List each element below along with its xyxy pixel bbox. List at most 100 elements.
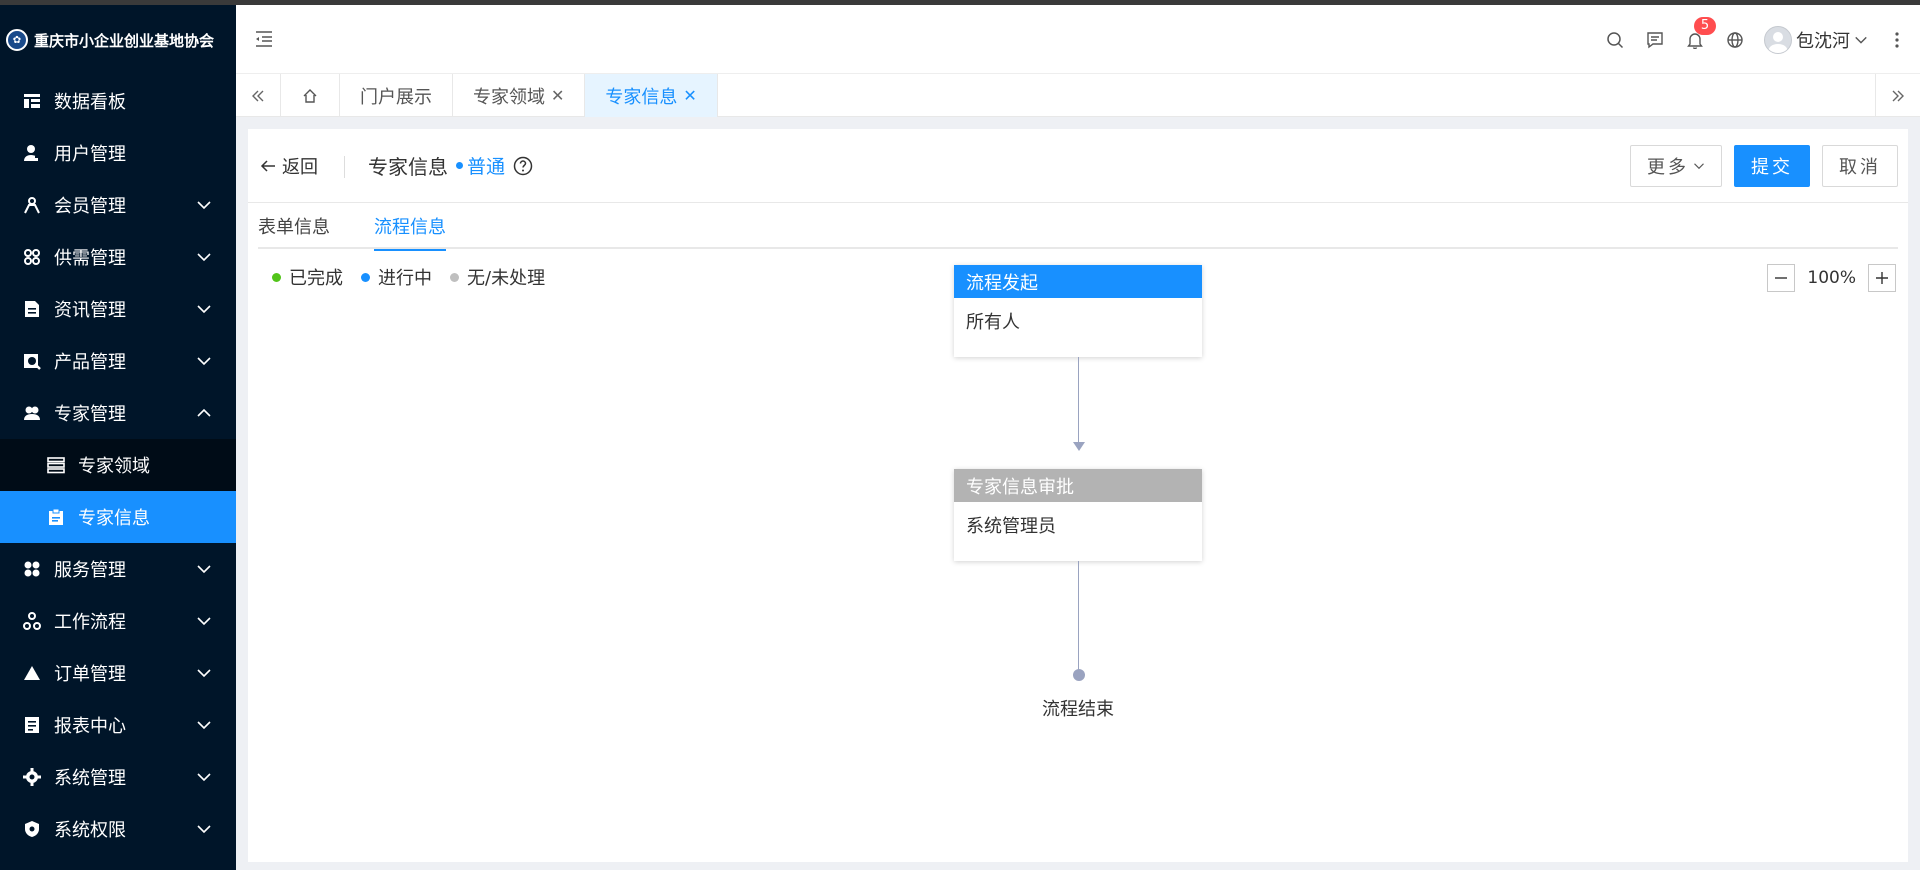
sidebar-item-label: 专家领域 bbox=[78, 456, 150, 477]
legend-dot bbox=[361, 272, 370, 282]
chevron-down-icon bbox=[197, 201, 211, 210]
home-icon bbox=[303, 88, 317, 103]
globe-icon[interactable] bbox=[1724, 29, 1746, 51]
back-button[interactable]: 返回 bbox=[260, 153, 318, 179]
report-icon bbox=[22, 715, 42, 735]
help-icon[interactable] bbox=[513, 156, 533, 176]
sidebar-item-services[interactable]: 服务管理 bbox=[0, 543, 236, 595]
flow-node-title: 流程发起 bbox=[954, 265, 1202, 298]
flow-node-title: 专家信息审批 bbox=[954, 469, 1202, 502]
chevron-down-icon bbox=[197, 617, 211, 626]
sidebar-item-label: 会员管理 bbox=[54, 196, 126, 217]
sidebar-item-members[interactable]: 会员管理 bbox=[0, 179, 236, 231]
sidebar-item-label: 专家管理 bbox=[54, 404, 126, 425]
sidebar-item-orders[interactable]: 订单管理 bbox=[0, 647, 236, 699]
chevron-down-icon bbox=[197, 825, 211, 834]
arrow-left-icon bbox=[260, 160, 275, 172]
cancel-label: 取消 bbox=[1839, 157, 1881, 178]
legend-dot bbox=[450, 272, 459, 282]
settings-icon bbox=[22, 767, 42, 787]
sidebar-item-expert-info[interactable]: 专家信息 bbox=[0, 491, 236, 543]
sidebar-item-reports[interactable]: 报表中心 bbox=[0, 699, 236, 751]
message-icon[interactable] bbox=[1644, 29, 1666, 51]
close-icon[interactable]: ✕ bbox=[683, 86, 696, 105]
chevron-up-icon bbox=[197, 408, 211, 417]
user-menu[interactable]: 包沈河 bbox=[1764, 25, 1868, 54]
sidebar-item-dashboard[interactable]: 数据看板 bbox=[0, 75, 236, 127]
dashboard-icon bbox=[22, 91, 42, 111]
app-title: 重庆市小企业创业基地协会 bbox=[34, 31, 215, 50]
status-legend: 已完成 进行中 无/未处理 bbox=[272, 264, 545, 290]
subtabs: 表单信息 流程信息 bbox=[258, 203, 1898, 251]
tab-label: 门户展示 bbox=[360, 86, 432, 108]
more-button[interactable]: 更多 bbox=[1630, 145, 1722, 187]
page-actions: 更多 提交 取消 bbox=[1630, 145, 1898, 187]
user-name: 包沈河 bbox=[1796, 30, 1850, 52]
list-icon bbox=[46, 455, 66, 475]
legend-item-in-progress: 进行中 bbox=[361, 264, 432, 290]
app-logo[interactable]: ✿ 重庆市小企业创业基地协会 bbox=[0, 5, 236, 75]
flow-node-start[interactable]: 流程发起 所有人 bbox=[954, 265, 1202, 357]
close-icon[interactable]: ✕ bbox=[551, 86, 564, 105]
chevron-down-icon bbox=[1694, 163, 1704, 170]
more-vertical-icon[interactable] bbox=[1886, 29, 1908, 51]
chevron-down-icon bbox=[197, 357, 211, 366]
sidebar-item-label: 产品管理 bbox=[54, 352, 126, 373]
cancel-button[interactable]: 取消 bbox=[1822, 145, 1898, 187]
bell-icon[interactable]: 5 bbox=[1684, 16, 1716, 51]
flow-end-node bbox=[1073, 669, 1085, 681]
sidebar-item-label: 系统权限 bbox=[54, 820, 126, 841]
flow-connector bbox=[1078, 357, 1079, 443]
tab-expert-fields[interactable]: 专家领域 ✕ bbox=[453, 74, 586, 117]
sidebar-item-supply[interactable]: 供需管理 bbox=[0, 231, 236, 283]
logo-emblem-icon: ✿ bbox=[6, 29, 28, 51]
sidebar-item-experts[interactable]: 专家管理 bbox=[0, 387, 236, 439]
apps-icon bbox=[22, 559, 42, 579]
sidebar-item-label: 订单管理 bbox=[54, 664, 126, 685]
search-icon[interactable] bbox=[1604, 29, 1626, 51]
zoom-level: 100% bbox=[1807, 268, 1856, 288]
notification-badge: 5 bbox=[1694, 16, 1716, 35]
tab-expert-info[interactable]: 专家信息 ✕ bbox=[585, 74, 718, 117]
back-label: 返回 bbox=[282, 157, 318, 178]
status-dot bbox=[456, 162, 463, 169]
sidebar-item-label: 供需管理 bbox=[54, 248, 126, 269]
zoom-in-button[interactable] bbox=[1868, 264, 1896, 292]
menu-fold-icon[interactable] bbox=[254, 29, 274, 49]
sidebar-item-workflow[interactable]: 工作流程 bbox=[0, 595, 236, 647]
flow-arrow bbox=[1073, 442, 1085, 451]
process-type-tag: 普通 bbox=[456, 152, 505, 179]
tab-flow-info[interactable]: 流程信息 bbox=[374, 203, 446, 251]
members-icon bbox=[22, 195, 42, 215]
tab-portal[interactable]: 门户展示 bbox=[340, 74, 453, 117]
sidebar-item-label: 用户管理 bbox=[54, 144, 126, 165]
chevron-down-icon bbox=[197, 305, 211, 314]
main-content: 返回 专家信息 普通 更多 提交 取消 表单信息 流程信息 已完成 进行中 无/… bbox=[248, 129, 1908, 862]
legend-item-pending: 无/未处理 bbox=[450, 264, 545, 290]
top-header: 5 包沈河 bbox=[236, 5, 1920, 74]
tab-label: 专家领域 bbox=[473, 86, 545, 108]
triangle-icon bbox=[22, 663, 42, 683]
flow-node-approval[interactable]: 专家信息审批 系统管理员 bbox=[954, 469, 1202, 561]
chevron-down-icon bbox=[197, 721, 211, 730]
tabs-scroll-left[interactable] bbox=[236, 74, 281, 117]
sidebar-item-label: 专家信息 bbox=[78, 508, 150, 529]
minus-icon bbox=[1775, 277, 1788, 279]
page-title: 专家信息 bbox=[368, 155, 448, 179]
sidebar-item-system[interactable]: 系统管理 bbox=[0, 751, 236, 803]
sidebar-item-label: 服务管理 bbox=[54, 560, 126, 581]
sidebar-item-label: 工作流程 bbox=[54, 612, 126, 633]
sidebar-item-news[interactable]: 资讯管理 bbox=[0, 283, 236, 335]
page-header: 返回 专家信息 普通 更多 提交 取消 bbox=[248, 129, 1908, 203]
plus-icon bbox=[1876, 272, 1888, 284]
sidebar-item-products[interactable]: 产品管理 bbox=[0, 335, 236, 387]
zoom-out-button[interactable] bbox=[1767, 264, 1796, 292]
sidebar-item-users[interactable]: 用户管理 bbox=[0, 127, 236, 179]
tabs-scroll-right[interactable] bbox=[1875, 74, 1920, 117]
submit-button[interactable]: 提交 bbox=[1734, 145, 1810, 187]
sidebar-item-permissions[interactable]: 系统权限 bbox=[0, 803, 236, 855]
sidebar-item-expert-fields[interactable]: 专家领域 bbox=[0, 439, 236, 491]
tab-form-info[interactable]: 表单信息 bbox=[258, 203, 330, 249]
double-chevron-left-icon bbox=[252, 90, 264, 101]
tab-home[interactable] bbox=[281, 74, 340, 117]
